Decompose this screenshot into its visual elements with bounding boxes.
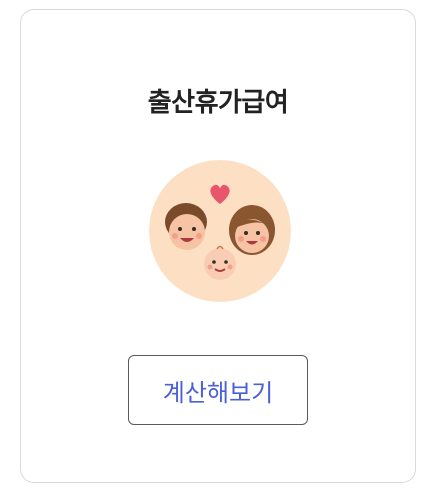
benefit-card: 출산휴가급여 계산해보기 (20, 9, 416, 483)
calculate-button[interactable]: 계산해보기 (128, 355, 308, 425)
family-with-baby-icon (149, 160, 291, 302)
card-title: 출산휴가급여 (147, 88, 289, 118)
